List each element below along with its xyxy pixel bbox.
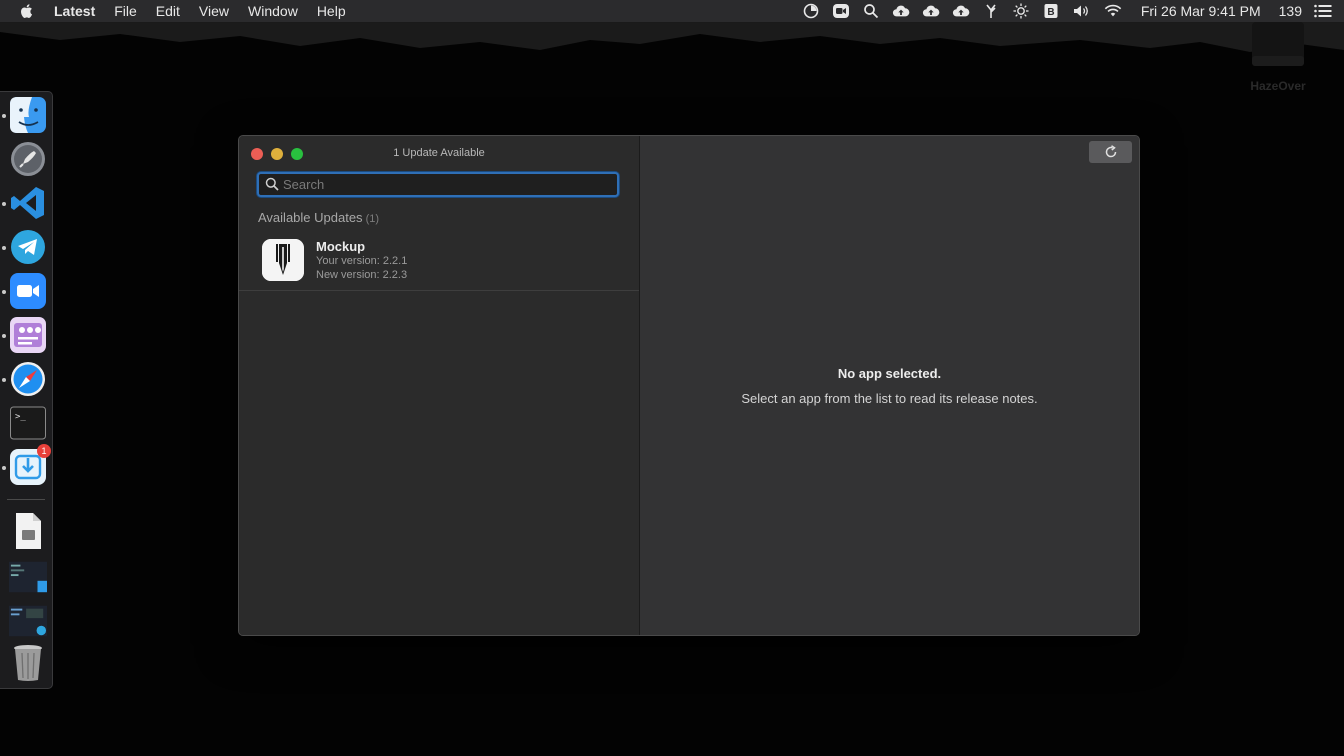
menu-app-name[interactable]: Latest <box>54 0 95 22</box>
cloud-upload-icon[interactable] <box>922 3 940 19</box>
running-indicator <box>2 466 6 470</box>
status-area: B Fri 26 Mar 9:41 PM 139 <box>790 0 1344 22</box>
trash-icon[interactable] <box>9 644 47 682</box>
section-header: Available Updates (1) <box>258 210 379 225</box>
fork-icon[interactable] <box>982 3 1000 19</box>
search-input[interactable] <box>283 174 613 195</box>
running-indicator <box>2 378 6 382</box>
finder-icon[interactable] <box>9 96 47 134</box>
menu-view[interactable]: View <box>199 0 229 22</box>
empty-state-title: No app selected. <box>837 366 942 381</box>
menu-file[interactable]: File <box>114 0 137 22</box>
volume-icon[interactable] <box>1072 3 1090 19</box>
app-name: Mockup <box>316 239 366 254</box>
spotlight-icon[interactable] <box>862 3 880 19</box>
app-current-version: Your version: 2.2.1 <box>316 255 408 267</box>
menu-count[interactable]: 139 <box>1279 3 1302 19</box>
safari-icon[interactable] <box>9 360 47 398</box>
document-icon[interactable] <box>9 512 47 550</box>
drive-label[interactable]: HazeOver <box>1236 79 1320 93</box>
section-count: (1) <box>365 213 380 225</box>
terminal-icon[interactable]: >_ <box>9 404 47 442</box>
running-indicator <box>2 246 6 250</box>
svg-text:B: B <box>1047 7 1054 18</box>
zoom-icon[interactable] <box>9 272 47 310</box>
running-indicator <box>2 334 6 338</box>
running-indicator <box>2 114 6 118</box>
empty-state-subtitle: Select an app from the list to read its … <box>741 391 1038 406</box>
mockup-dock-icon[interactable] <box>9 316 47 354</box>
apple-menu-icon[interactable] <box>20 3 38 19</box>
bartender-icon[interactable]: B <box>1042 3 1060 19</box>
cloud-upload-icon[interactable] <box>892 3 910 19</box>
mockup-app-icon <box>262 239 304 281</box>
menu-edit[interactable]: Edit <box>156 0 180 22</box>
screen-time-icon[interactable] <box>802 3 820 19</box>
menu-bar: Latest File Edit View Window Help B Fri … <box>0 0 1344 23</box>
running-indicator <box>2 290 6 294</box>
screenshot-thumbnail-icon[interactable] <box>9 602 47 640</box>
dock: >_ 1 <box>0 91 53 689</box>
latest-app-icon[interactable]: 1 <box>9 444 51 486</box>
brightness-icon[interactable] <box>1012 3 1030 19</box>
search-icon <box>265 177 279 191</box>
menu-window[interactable]: Window <box>248 0 298 22</box>
notification-center-icon[interactable] <box>1314 3 1332 19</box>
vscode-icon[interactable] <box>9 184 47 222</box>
sidebar: 1 Update Available Available Updates(1) … <box>239 136 640 635</box>
cloud-upload-icon[interactable] <box>952 3 970 19</box>
latest-window: 1 Update Available Available Updates(1) … <box>238 135 1140 636</box>
window-title: 1 Update Available <box>393 147 485 159</box>
dock-separator <box>7 499 45 500</box>
release-notes-pane: No app selected. Select an app from the … <box>640 136 1139 635</box>
svg-text:>_: >_ <box>15 412 26 422</box>
zoom-status-icon[interactable] <box>832 3 850 19</box>
wifi-icon[interactable] <box>1104 3 1122 19</box>
refresh-button[interactable] <box>1089 141 1132 163</box>
refresh-icon <box>1105 145 1116 158</box>
app-new-version: New version: 2.2.3 <box>316 269 408 281</box>
menu-clock[interactable]: Fri 26 Mar 9:41 PM <box>1141 3 1261 19</box>
dock-badge: 1 <box>37 444 51 458</box>
running-indicator <box>2 202 6 206</box>
launchpad-icon[interactable] <box>9 140 47 178</box>
menu-help[interactable]: Help <box>317 0 346 22</box>
telegram-icon[interactable] <box>9 228 47 266</box>
update-list-item[interactable]: Mockup Your version: 2.2.1 New version: … <box>239 230 639 291</box>
search-field[interactable] <box>257 172 619 197</box>
section-title: Available Updates <box>258 210 363 225</box>
desktop-wallpaper <box>0 22 1344 52</box>
drive-icon[interactable] <box>1250 22 1306 68</box>
screenshot-thumbnail-icon[interactable] <box>9 558 47 596</box>
